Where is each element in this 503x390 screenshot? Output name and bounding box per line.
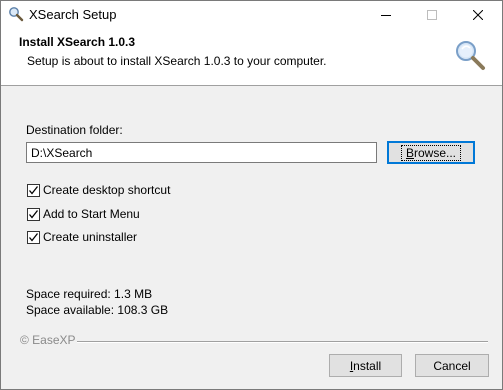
checkbox[interactable] [27, 230, 40, 244]
install-button[interactable]: Install [329, 354, 402, 377]
browse-focus-frame: Browse... [400, 144, 462, 161]
close-icon [473, 9, 483, 20]
browse-mnemonic: B [405, 145, 414, 160]
page-title: Install XSearch 1.0.3 [19, 35, 136, 49]
option-label: Add to Start Menu [43, 207, 140, 221]
browse-label: rowse... [414, 145, 457, 160]
install-label: nstall [353, 358, 382, 373]
footer-divider-highlight [77, 342, 488, 343]
option-start-menu[interactable]: Add to Start Menu [27, 207, 140, 221]
option-label: Create uninstaller [43, 230, 138, 244]
cancel-button[interactable]: Cancel [415, 354, 489, 377]
checkmark-icon [29, 209, 39, 219]
maximize-icon [427, 9, 437, 20]
search-magnifier-icon [9, 7, 24, 22]
page-subtitle: Setup is about to install XSearch 1.0.3 … [27, 54, 327, 68]
checkbox[interactable] [27, 183, 40, 197]
destination-folder-input[interactable] [26, 142, 377, 163]
option-uninstaller[interactable]: Create uninstaller [27, 230, 137, 244]
window-title: XSearch Setup [29, 7, 117, 22]
checkmark-icon [29, 185, 39, 195]
close-button[interactable] [455, 1, 501, 28]
option-desktop-shortcut[interactable]: Create desktop shortcut [27, 183, 170, 197]
cancel-label: Cancel [433, 358, 471, 373]
minimize-icon [381, 14, 391, 16]
maximize-button [409, 1, 455, 28]
destination-label: Destination folder: [26, 123, 123, 137]
space-required: Space required: 1.3 MB [26, 287, 153, 301]
option-label: Create desktop shortcut [43, 183, 171, 197]
brand-label: © EaseXP [20, 333, 76, 347]
space-available: Space available: 108.3 GB [26, 303, 169, 317]
magnifier-icon [456, 41, 485, 70]
header-banner: Install XSearch 1.0.3 Setup is about to … [1, 28, 502, 86]
checkbox[interactable] [27, 207, 40, 221]
minimize-button[interactable] [363, 1, 409, 28]
checkmark-icon [29, 232, 39, 242]
title-bar[interactable]: XSearch Setup [1, 1, 502, 28]
setup-window: XSearch Setup Install XSearch 1.0.3 Setu… [0, 0, 503, 390]
browse-button[interactable]: Browse... [387, 141, 475, 164]
